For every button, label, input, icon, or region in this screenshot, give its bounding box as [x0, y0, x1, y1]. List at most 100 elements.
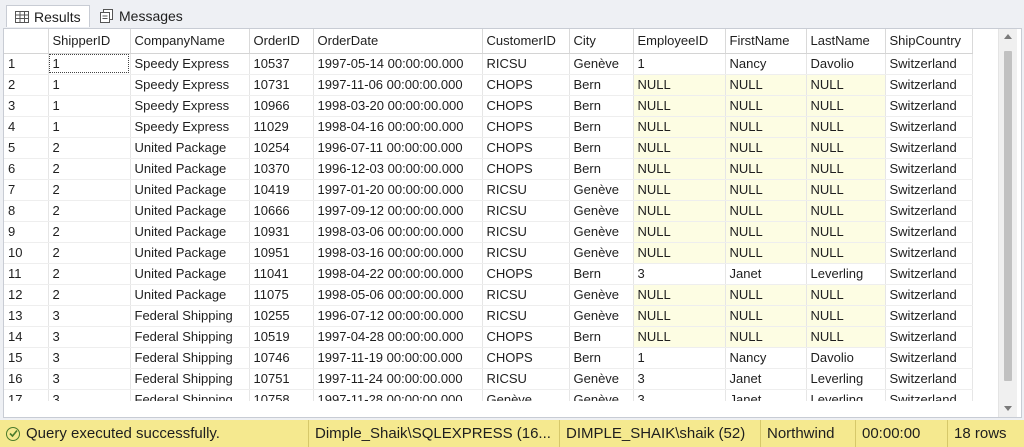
grid-cell[interactable]: 1997-11-24 00:00:00.000	[313, 368, 483, 390]
grid-cell[interactable]: Switzerland	[885, 263, 973, 285]
grid-cell[interactable]: NULL	[725, 74, 807, 96]
grid-cell[interactable]: 1	[48, 53, 131, 75]
grid-cell[interactable]: 3	[48, 305, 131, 327]
table-row[interactable]: 4 1 Speedy Express 11029 1998-04-16 00:00:00…	[4, 116, 973, 138]
grid-cell[interactable]: 10254	[249, 137, 314, 159]
row-number[interactable]: 5	[4, 137, 49, 159]
grid-cell[interactable]: 10746	[249, 347, 314, 369]
grid-cell[interactable]: 1	[48, 116, 131, 138]
table-row[interactable]: 13 3 Federal Shipping 10255 1996-07-12 00:00…	[4, 305, 973, 327]
grid-cell[interactable]: Leverling	[806, 368, 886, 390]
grid-cell[interactable]: Leverling	[806, 263, 886, 285]
grid-cell[interactable]: 10931	[249, 221, 314, 243]
grid-cell[interactable]: Federal Shipping	[130, 368, 250, 390]
vertical-scrollbar[interactable]	[998, 29, 1017, 417]
grid-cell[interactable]: Switzerland	[885, 305, 973, 327]
grid-cell[interactable]: 2	[48, 221, 131, 243]
grid-cell[interactable]: United Package	[130, 200, 250, 222]
grid-cell[interactable]: NULL	[725, 200, 807, 222]
table-row[interactable]: 7 2 United Package 10419 1997-01-20 00:00:00…	[4, 179, 973, 201]
grid-cell[interactable]: Genève	[569, 200, 634, 222]
row-number[interactable]: 11	[4, 263, 49, 285]
grid-cell[interactable]: Bern	[569, 137, 634, 159]
grid-cell[interactable]: 10419	[249, 179, 314, 201]
grid-cell[interactable]: 2	[48, 263, 131, 285]
grid-cell[interactable]: 2	[48, 179, 131, 201]
grid-cell[interactable]: NULL	[633, 137, 726, 159]
grid-cell[interactable]: CHOPS	[482, 158, 570, 180]
column-header[interactable]: ShipCountry	[885, 29, 973, 54]
row-number[interactable]: 4	[4, 116, 49, 138]
grid-cell[interactable]: United Package	[130, 242, 250, 264]
grid-cell[interactable]: Bern	[569, 326, 634, 348]
grid-cell[interactable]: Switzerland	[885, 326, 973, 348]
grid-cell[interactable]: Genève	[569, 368, 634, 390]
grid-cell[interactable]: Bern	[569, 95, 634, 117]
grid-cell[interactable]: NULL	[633, 221, 726, 243]
grid-cell[interactable]: RICSU	[482, 179, 570, 201]
grid-cell[interactable]: 2	[48, 242, 131, 264]
grid-cell[interactable]: United Package	[130, 221, 250, 243]
column-header[interactable]: City	[569, 29, 634, 54]
grid-cell[interactable]: NULL	[633, 74, 726, 96]
results-grid[interactable]: ShipperID CompanyName OrderID OrderDate Cust…	[3, 28, 1022, 418]
tab-results[interactable]: Results	[6, 5, 90, 27]
grid-cell[interactable]: Switzerland	[885, 368, 973, 390]
grid-cell[interactable]: Speedy Express	[130, 116, 250, 138]
grid-cell[interactable]: Switzerland	[885, 137, 973, 159]
grid-cell[interactable]: CHOPS	[482, 95, 570, 117]
grid-cell[interactable]: RICSU	[482, 305, 570, 327]
grid-cell[interactable]: NULL	[633, 116, 726, 138]
grid-cell[interactable]: NULL	[633, 305, 726, 327]
grid-cell[interactable]: 10255	[249, 305, 314, 327]
grid-cell[interactable]: 10537	[249, 53, 314, 75]
grid-cell[interactable]: NULL	[633, 200, 726, 222]
grid-cell[interactable]: 2	[48, 137, 131, 159]
grid-cell[interactable]: 2	[48, 158, 131, 180]
grid-cell[interactable]: CHOPS	[482, 137, 570, 159]
grid-cell[interactable]: NULL	[806, 116, 886, 138]
grid-cell[interactable]: 10370	[249, 158, 314, 180]
grid-cell[interactable]: 1997-11-06 00:00:00.000	[313, 74, 483, 96]
grid-cell[interactable]: 1	[633, 53, 726, 75]
grid-cell[interactable]: Speedy Express	[130, 95, 250, 117]
horizontal-scrollbar[interactable]	[4, 401, 998, 417]
grid-cell[interactable]: NULL	[806, 137, 886, 159]
table-row[interactable]: 11 2 United Package 11041 1998-04-22 00:00:0…	[4, 263, 973, 285]
grid-cell[interactable]: Genève	[569, 221, 634, 243]
grid-cell[interactable]: 2	[48, 200, 131, 222]
grid-cell[interactable]: Genève	[569, 242, 634, 264]
grid-cell[interactable]: 2	[48, 284, 131, 306]
grid-cell[interactable]: NULL	[725, 326, 807, 348]
grid-cell[interactable]: Genève	[569, 284, 634, 306]
table-row[interactable]: 5 2 United Package 10254 1996-07-11 00:00:00…	[4, 137, 973, 159]
grid-cell[interactable]: 1998-03-06 00:00:00.000	[313, 221, 483, 243]
grid-cell[interactable]: 3	[48, 368, 131, 390]
grid-cell[interactable]: RICSU	[482, 284, 570, 306]
row-number[interactable]: 3	[4, 95, 49, 117]
grid-cell[interactable]: Bern	[569, 158, 634, 180]
table-row[interactable]: 14 3 Federal Shipping 10519 1997-04-28 00:00…	[4, 326, 973, 348]
grid-cell[interactable]: NULL	[633, 179, 726, 201]
grid-cell[interactable]: NULL	[725, 242, 807, 264]
grid-cell[interactable]: NULL	[725, 137, 807, 159]
grid-cell[interactable]: Genève	[569, 179, 634, 201]
column-header[interactable]: LastName	[806, 29, 886, 54]
grid-cell[interactable]: Bern	[569, 116, 634, 138]
grid-cell[interactable]: 10519	[249, 326, 314, 348]
grid-cell[interactable]: CHOPS	[482, 116, 570, 138]
table-row[interactable]: 16 3 Federal Shipping 10751 1997-11-24 00:00…	[4, 368, 973, 390]
grid-cell[interactable]: NULL	[806, 95, 886, 117]
grid-cell[interactable]: NULL	[806, 326, 886, 348]
row-number[interactable]: 10	[4, 242, 49, 264]
table-row[interactable]: 9 2 United Package 10931 1998-03-06 00:00:00…	[4, 221, 973, 243]
tab-messages[interactable]: Messages	[92, 5, 192, 27]
grid-cell[interactable]: Davolio	[806, 347, 886, 369]
scroll-thumb[interactable]	[1004, 51, 1012, 381]
grid-cell[interactable]: 11041	[249, 263, 314, 285]
grid-cell[interactable]: RICSU	[482, 368, 570, 390]
grid-cell[interactable]: Switzerland	[885, 221, 973, 243]
grid-cell[interactable]: 1997-04-28 00:00:00.000	[313, 326, 483, 348]
grid-cell[interactable]: NULL	[633, 242, 726, 264]
grid-cell[interactable]: NULL	[806, 158, 886, 180]
